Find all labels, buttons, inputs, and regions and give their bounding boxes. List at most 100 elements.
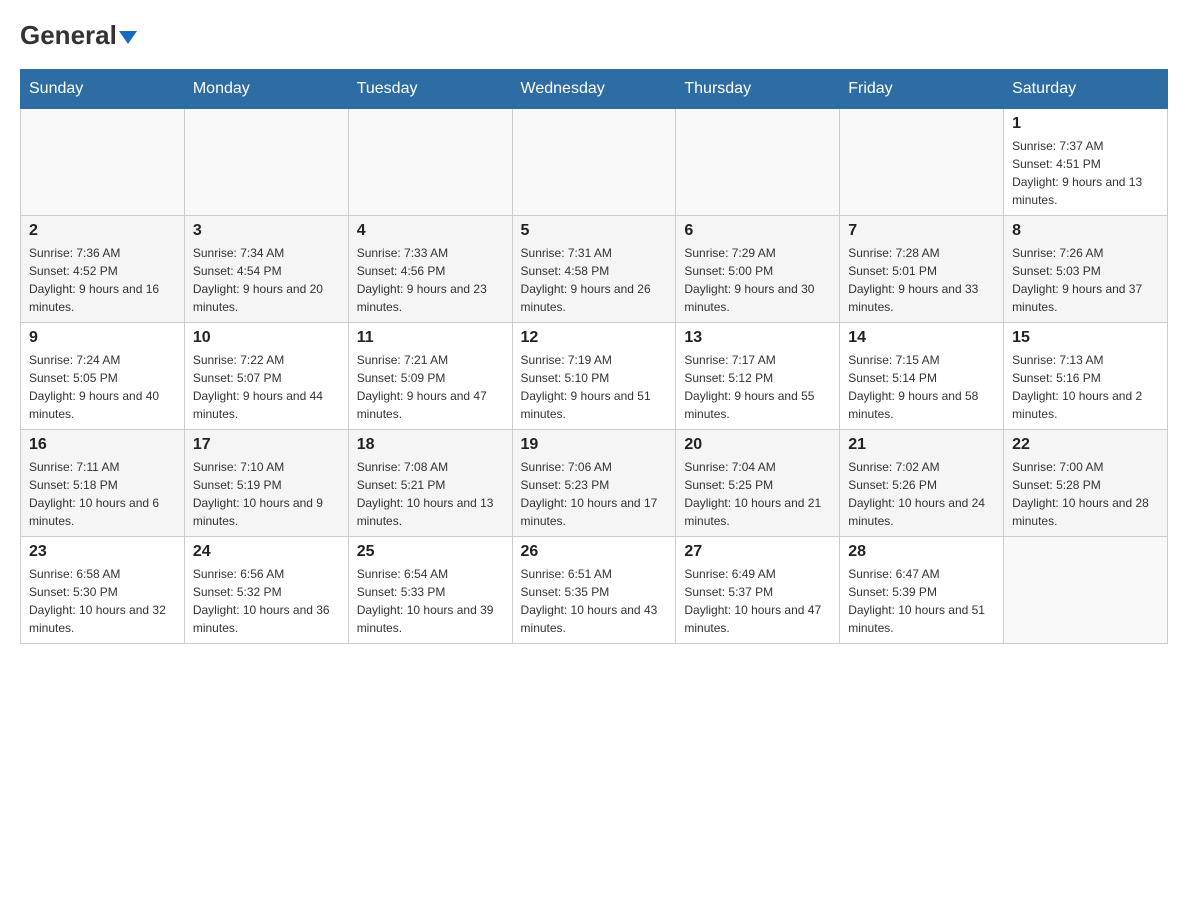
- day-info: Sunrise: 7:33 AMSunset: 4:56 PMDaylight:…: [357, 244, 504, 316]
- calendar-cell: 7Sunrise: 7:28 AMSunset: 5:01 PMDaylight…: [840, 216, 1004, 323]
- day-number: 12: [521, 329, 668, 347]
- day-number: 25: [357, 543, 504, 561]
- day-info: Sunrise: 7:19 AMSunset: 5:10 PMDaylight:…: [521, 351, 668, 423]
- calendar-week-row: 2 Sunrise: 7:36 AMSunset: 4:52 PMDaylight…: [21, 216, 1168, 323]
- weekday-header-row: SundayMondayTuesdayWednesdayThursdayFrid…: [21, 70, 1168, 109]
- day-info: Sunrise: 7:34 AMSunset: 4:54 PMDaylight:…: [193, 244, 340, 316]
- weekday-header-saturday: Saturday: [1004, 70, 1168, 109]
- logo-general: General: [20, 20, 117, 51]
- calendar-cell: 26 Sunrise: 6:51 AMSunset: 5:35 PMDayligh…: [512, 537, 676, 644]
- logo: General: [20, 20, 137, 49]
- weekday-header-monday: Monday: [184, 70, 348, 109]
- calendar-cell: [840, 109, 1004, 216]
- calendar-cell: [676, 109, 840, 216]
- day-info: Sunrise: 7:10 AMSunset: 5:19 PMDaylight:…: [193, 458, 340, 530]
- calendar-cell: [21, 109, 185, 216]
- calendar-cell: 10 Sunrise: 7:22 AMSunset: 5:07 PMDayligh…: [184, 323, 348, 430]
- calendar-cell: 15 Sunrise: 7:13 AMSunset: 5:16 PMDayligh…: [1004, 323, 1168, 430]
- calendar-cell: 21 Sunrise: 7:02 AMSunset: 5:26 PMDayligh…: [840, 430, 1004, 537]
- day-number: 23: [29, 543, 176, 561]
- calendar-table: SundayMondayTuesdayWednesdayThursdayFrid…: [20, 69, 1168, 644]
- day-number: 5: [521, 222, 668, 240]
- calendar-cell: 27 Sunrise: 6:49 AMSunset: 5:37 PMDayligh…: [676, 537, 840, 644]
- day-info: Sunrise: 6:56 AMSunset: 5:32 PMDaylight:…: [193, 565, 340, 637]
- day-number: 6: [684, 222, 831, 240]
- calendar-cell: 12 Sunrise: 7:19 AMSunset: 5:10 PMDayligh…: [512, 323, 676, 430]
- calendar-cell: 25 Sunrise: 6:54 AMSunset: 5:33 PMDayligh…: [348, 537, 512, 644]
- day-number: 19: [521, 436, 668, 454]
- calendar-cell: [184, 109, 348, 216]
- day-info: Sunrise: 7:29 AMSunset: 5:00 PMDaylight:…: [684, 244, 831, 316]
- calendar-cell: 16 Sunrise: 7:11 AMSunset: 5:18 PMDayligh…: [21, 430, 185, 537]
- calendar-cell: [348, 109, 512, 216]
- day-info: Sunrise: 6:49 AMSunset: 5:37 PMDaylight:…: [684, 565, 831, 637]
- day-number: 4: [357, 222, 504, 240]
- day-number: 18: [357, 436, 504, 454]
- day-number: 3: [193, 222, 340, 240]
- day-info: Sunrise: 6:51 AMSunset: 5:35 PMDaylight:…: [521, 565, 668, 637]
- calendar-cell: 17 Sunrise: 7:10 AMSunset: 5:19 PMDayligh…: [184, 430, 348, 537]
- calendar-week-row: 16 Sunrise: 7:11 AMSunset: 5:18 PMDayligh…: [21, 430, 1168, 537]
- calendar-cell: 2 Sunrise: 7:36 AMSunset: 4:52 PMDaylight…: [21, 216, 185, 323]
- day-info: Sunrise: 7:36 AMSunset: 4:52 PMDaylight:…: [29, 244, 176, 316]
- day-number: 22: [1012, 436, 1159, 454]
- calendar-cell: 8 Sunrise: 7:26 AMSunset: 5:03 PMDaylight…: [1004, 216, 1168, 323]
- day-info: Sunrise: 6:47 AMSunset: 5:39 PMDaylight:…: [848, 565, 995, 637]
- calendar-cell: 6 Sunrise: 7:29 AMSunset: 5:00 PMDaylight…: [676, 216, 840, 323]
- day-number: 20: [684, 436, 831, 454]
- day-number: 21: [848, 436, 995, 454]
- day-number: 24: [193, 543, 340, 561]
- calendar-cell: 3 Sunrise: 7:34 AMSunset: 4:54 PMDaylight…: [184, 216, 348, 323]
- calendar-week-row: 23 Sunrise: 6:58 AMSunset: 5:30 PMDayligh…: [21, 537, 1168, 644]
- day-info: Sunrise: 7:21 AMSunset: 5:09 PMDaylight:…: [357, 351, 504, 423]
- day-number: 9: [29, 329, 176, 347]
- day-info: Sunrise: 7:00 AMSunset: 5:28 PMDaylight:…: [1012, 458, 1159, 530]
- day-number: 26: [521, 543, 668, 561]
- day-info: Sunrise: 7:04 AMSunset: 5:25 PMDaylight:…: [684, 458, 831, 530]
- day-info: Sunrise: 7:15 AMSunset: 5:14 PMDaylight:…: [848, 351, 995, 423]
- day-info: Sunrise: 7:11 AMSunset: 5:18 PMDaylight:…: [29, 458, 176, 530]
- calendar-cell: 22 Sunrise: 7:00 AMSunset: 5:28 PMDayligh…: [1004, 430, 1168, 537]
- calendar-cell: 23 Sunrise: 6:58 AMSunset: 5:30 PMDayligh…: [21, 537, 185, 644]
- day-info: Sunrise: 7:37 AMSunset: 4:51 PMDaylight:…: [1012, 137, 1159, 209]
- day-number: 15: [1012, 329, 1159, 347]
- day-info: Sunrise: 7:26 AMSunset: 5:03 PMDaylight:…: [1012, 244, 1159, 316]
- day-number: 28: [848, 543, 995, 561]
- weekday-header-wednesday: Wednesday: [512, 70, 676, 109]
- day-info: Sunrise: 7:06 AMSunset: 5:23 PMDaylight:…: [521, 458, 668, 530]
- day-number: 13: [684, 329, 831, 347]
- day-number: 10: [193, 329, 340, 347]
- calendar-cell: 19 Sunrise: 7:06 AMSunset: 5:23 PMDayligh…: [512, 430, 676, 537]
- day-number: 27: [684, 543, 831, 561]
- weekday-header-tuesday: Tuesday: [348, 70, 512, 109]
- day-number: 17: [193, 436, 340, 454]
- day-number: 2: [29, 222, 176, 240]
- day-info: Sunrise: 6:58 AMSunset: 5:30 PMDaylight:…: [29, 565, 176, 637]
- calendar-cell: 24 Sunrise: 6:56 AMSunset: 5:32 PMDayligh…: [184, 537, 348, 644]
- day-info: Sunrise: 7:31 AMSunset: 4:58 PMDaylight:…: [521, 244, 668, 316]
- calendar-week-row: 1Sunrise: 7:37 AMSunset: 4:51 PMDaylight…: [21, 109, 1168, 216]
- calendar-cell: 1Sunrise: 7:37 AMSunset: 4:51 PMDaylight…: [1004, 109, 1168, 216]
- day-info: Sunrise: 7:24 AMSunset: 5:05 PMDaylight:…: [29, 351, 176, 423]
- day-info: Sunrise: 7:17 AMSunset: 5:12 PMDaylight:…: [684, 351, 831, 423]
- day-info: Sunrise: 6:54 AMSunset: 5:33 PMDaylight:…: [357, 565, 504, 637]
- calendar-cell: 11 Sunrise: 7:21 AMSunset: 5:09 PMDayligh…: [348, 323, 512, 430]
- day-number: 11: [357, 329, 504, 347]
- weekday-header-thursday: Thursday: [676, 70, 840, 109]
- calendar-week-row: 9 Sunrise: 7:24 AMSunset: 5:05 PMDaylight…: [21, 323, 1168, 430]
- calendar-cell: 18Sunrise: 7:08 AMSunset: 5:21 PMDayligh…: [348, 430, 512, 537]
- day-info: Sunrise: 7:02 AMSunset: 5:26 PMDaylight:…: [848, 458, 995, 530]
- calendar-cell: 9 Sunrise: 7:24 AMSunset: 5:05 PMDaylight…: [21, 323, 185, 430]
- calendar-cell: 14 Sunrise: 7:15 AMSunset: 5:14 PMDayligh…: [840, 323, 1004, 430]
- day-info: Sunrise: 7:13 AMSunset: 5:16 PMDaylight:…: [1012, 351, 1159, 423]
- day-number: 14: [848, 329, 995, 347]
- calendar-cell: [512, 109, 676, 216]
- day-number: 16: [29, 436, 176, 454]
- page-header: General: [20, 20, 1168, 49]
- calendar-cell: [1004, 537, 1168, 644]
- calendar-cell: 13 Sunrise: 7:17 AMSunset: 5:12 PMDayligh…: [676, 323, 840, 430]
- calendar-cell: 5 Sunrise: 7:31 AMSunset: 4:58 PMDaylight…: [512, 216, 676, 323]
- day-info: Sunrise: 7:22 AMSunset: 5:07 PMDaylight:…: [193, 351, 340, 423]
- day-number: 8: [1012, 222, 1159, 240]
- day-number: 7: [848, 222, 995, 240]
